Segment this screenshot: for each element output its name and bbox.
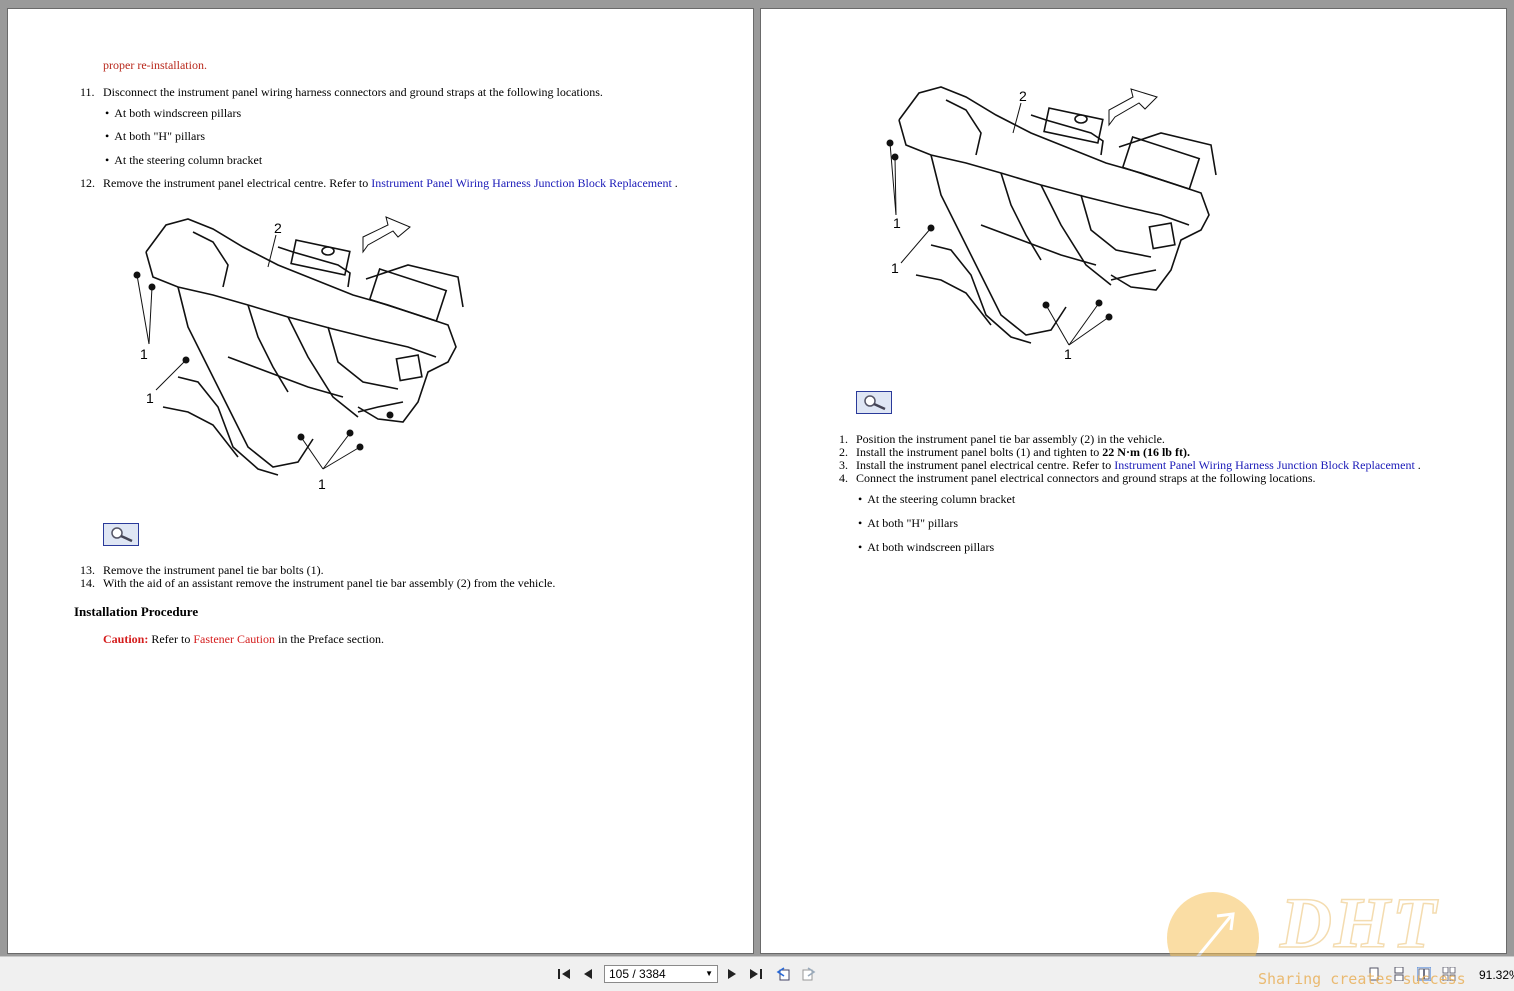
pdf-page-left: proper re-installation. 11. Disconnect t…: [7, 8, 754, 954]
bullet-item: At both windscreen pillars: [858, 541, 994, 554]
fastener-caution-link[interactable]: Fastener Caution: [193, 632, 275, 646]
callout-2: 2: [274, 220, 282, 236]
tie-bar-illustration: 1 1 2 1: [886, 86, 1217, 362]
chevron-down-icon[interactable]: ▼: [705, 966, 713, 982]
bullet-item: At the steering column bracket: [105, 154, 262, 167]
magnify-button[interactable]: [103, 523, 139, 546]
callout-1: 1: [318, 476, 326, 492]
step-text: Disconnect the instrument panel wiring h…: [103, 85, 603, 99]
step-number: 4.: [839, 471, 848, 485]
section-heading: Installation Procedure: [74, 604, 199, 619]
tie-bar-illustration: 1 1 2 1: [133, 216, 464, 492]
viewer-top-edge: [0, 0, 1514, 8]
continued-line: proper re-installation.: [103, 58, 207, 72]
callout-1: 1: [1064, 346, 1072, 362]
callout-1: 1: [891, 260, 899, 276]
callout-1: 1: [146, 390, 154, 406]
step-number: 12.: [80, 176, 95, 190]
bullet-item: At both "H" pillars: [105, 130, 205, 143]
torque-spec: 22 N·m (16 lb ft).: [1102, 445, 1190, 459]
magnify-button[interactable]: [856, 391, 892, 414]
bullet-item: At both windscreen pillars: [105, 107, 241, 120]
next-page-icon[interactable]: [724, 966, 740, 982]
magnifier-icon: [864, 395, 886, 411]
next-view-icon[interactable]: [801, 966, 817, 982]
callout-1: 1: [140, 346, 148, 362]
step-text: Remove the instrument panel electrical c…: [103, 176, 678, 190]
previous-page-icon[interactable]: [580, 966, 596, 982]
callout-1: 1: [893, 215, 901, 231]
pdf-page-right: 1 1 2 1 1. Position the instrument panel…: [760, 8, 1507, 954]
step-text: With the aid of an assistant remove the …: [103, 576, 556, 590]
first-page-icon[interactable]: [556, 966, 572, 982]
previous-view-icon[interactable]: [775, 966, 791, 982]
junction-block-link[interactable]: Instrument Panel Wiring Harness Junction…: [1114, 458, 1415, 472]
junction-block-link[interactable]: Instrument Panel Wiring Harness Junction…: [371, 176, 672, 190]
caution-note: Caution: Refer to Fastener Caution in th…: [103, 632, 384, 646]
step-number: 14.: [80, 576, 95, 590]
step-text: Connect the instrument panel electrical …: [856, 471, 1316, 485]
zoom-level[interactable]: 91.32%: [1479, 968, 1514, 982]
bullet-item: At the steering column bracket: [858, 493, 1015, 506]
last-page-icon[interactable]: [748, 966, 764, 982]
step-number: 11.: [80, 85, 95, 99]
watermark-tagline: Sharing creates success: [1258, 970, 1466, 988]
page-number-field[interactable]: 105 / 3384 ▼: [604, 965, 718, 983]
watermark-logo-text: DHT: [1279, 882, 1438, 964]
magnifier-icon: [111, 527, 133, 543]
callout-2: 2: [1019, 88, 1027, 104]
bullet-item: At both "H" pillars: [858, 517, 958, 530]
